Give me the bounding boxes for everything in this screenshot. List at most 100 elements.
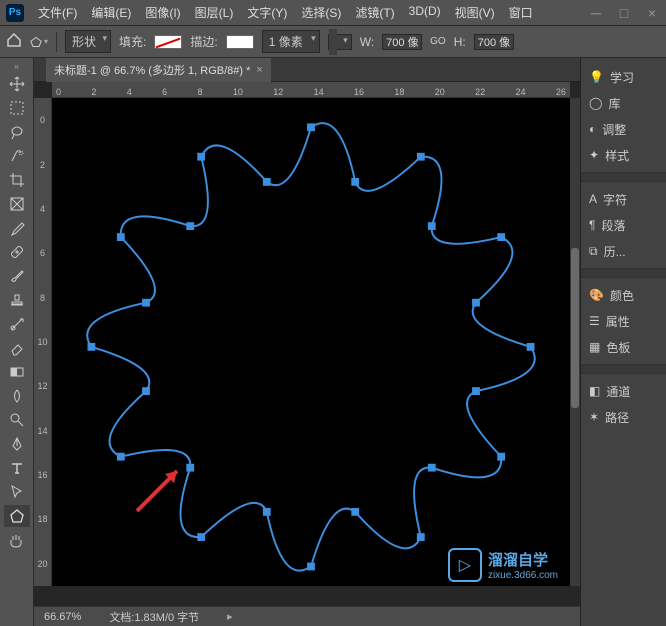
- ruler-tick: 4: [127, 87, 132, 97]
- panel-label: 样式: [605, 147, 629, 164]
- status-flyout-icon[interactable]: ▸: [227, 610, 233, 623]
- menu-file[interactable]: 文件(F): [32, 1, 83, 24]
- menu-layer[interactable]: 图层(L): [189, 1, 240, 24]
- sliders-icon: ☰: [589, 314, 600, 328]
- path-select-tool[interactable]: [4, 481, 30, 503]
- menu-image[interactable]: 图像(I): [139, 1, 186, 24]
- tool-mode-dropdown[interactable]: 形状: [65, 30, 111, 53]
- dodge-tool[interactable]: [4, 409, 30, 431]
- shape-tool[interactable]: [4, 505, 30, 527]
- menu-filter[interactable]: 滤镜(T): [349, 1, 400, 24]
- ruler-tick: 0: [56, 87, 61, 97]
- fill-swatch[interactable]: [154, 35, 182, 49]
- history-brush-tool[interactable]: [4, 313, 30, 335]
- panel-paragraph[interactable]: ¶ 段落: [581, 212, 666, 238]
- stamp-tool[interactable]: [4, 289, 30, 311]
- watermark-url: zixue.3d66.com: [488, 570, 558, 581]
- panel-learn[interactable]: 💡 学习: [581, 64, 666, 90]
- document-area: 未标题-1 @ 66.7% (多边形 1, RGB/8#) * × 0 2 4 …: [34, 58, 580, 626]
- zoom-level[interactable]: 66.67%: [44, 611, 81, 623]
- lasso-tool[interactable]: [4, 121, 30, 143]
- ruler-tick: 20: [37, 559, 47, 569]
- eraser-tool[interactable]: [4, 337, 30, 359]
- panel-adjustments[interactable]: ◐ 调整: [581, 116, 666, 142]
- panel-history[interactable]: ⧉ 历...: [581, 238, 666, 264]
- pen-tool[interactable]: [4, 433, 30, 455]
- menu-select[interactable]: 选择(S): [295, 1, 347, 24]
- frame-tool[interactable]: [4, 193, 30, 215]
- panel-label: 库: [608, 95, 620, 112]
- ruler-horizontal[interactable]: 0 2 4 6 8 10 12 14 16 18 20 22 24 26: [52, 82, 570, 98]
- doc-info[interactable]: 文档:1.83M/0 字节: [109, 609, 199, 625]
- panel-label: 路径: [605, 409, 629, 426]
- width-input[interactable]: [382, 34, 422, 50]
- gradient-tool[interactable]: [4, 361, 30, 383]
- stroke-width-input[interactable]: 1 像素: [262, 30, 320, 53]
- panel-properties[interactable]: ☰ 属性: [581, 308, 666, 334]
- menu-view[interactable]: 视图(V): [449, 1, 501, 24]
- palette-icon: 🎨: [589, 288, 604, 302]
- quick-select-tool[interactable]: [4, 145, 30, 167]
- panel-color[interactable]: 🎨 颜色: [581, 282, 666, 308]
- menu-type[interactable]: 文字(Y): [241, 1, 293, 24]
- ruler-tick: 18: [37, 514, 47, 524]
- panel-character[interactable]: A 字符: [581, 186, 666, 212]
- hand-tool[interactable]: [4, 529, 30, 551]
- menu-3d[interactable]: 3D(D): [403, 1, 447, 24]
- home-icon[interactable]: [6, 33, 22, 50]
- eyedropper-tool[interactable]: [4, 217, 30, 239]
- fill-label: 填充:: [119, 33, 146, 50]
- ruler-tick: 12: [37, 381, 47, 391]
- panel-channels[interactable]: ◧ 通道: [581, 378, 666, 404]
- document-tabs: 未标题-1 @ 66.7% (多边形 1, RGB/8#) * ×: [34, 58, 580, 82]
- crop-tool[interactable]: [4, 169, 30, 191]
- menu-bar: 文件(F) 编辑(E) 图像(I) 图层(L) 文字(Y) 选择(S) 滤镜(T…: [32, 1, 588, 24]
- panel-swatches[interactable]: ▦ 色板: [581, 334, 666, 360]
- brush-tool[interactable]: [4, 265, 30, 287]
- workspace: » 未标题-1 @ 66.7% (多边形 1, RGB/8#) * ×: [0, 58, 666, 626]
- swatches-icon: ▦: [589, 340, 600, 354]
- panel-label: 历...: [604, 243, 626, 260]
- status-bar: 66.67% 文档:1.83M/0 字节 ▸: [34, 606, 580, 626]
- polygon-shape-path[interactable]: [52, 98, 570, 586]
- canvas[interactable]: [52, 98, 570, 586]
- maximize-button[interactable]: □: [616, 5, 632, 21]
- link-wh-icon[interactable]: GO: [430, 36, 446, 47]
- panel-label: 调整: [602, 121, 626, 138]
- options-bar: ▾ 形状 填充: 描边: 1 像素 W: GO H:: [0, 26, 666, 58]
- stroke-style-dropdown[interactable]: [328, 34, 352, 50]
- ruler-tick: 26: [556, 87, 566, 97]
- watermark-play-icon: ▷: [448, 548, 482, 582]
- minimize-button[interactable]: ─: [588, 5, 604, 21]
- move-tool[interactable]: [4, 73, 30, 95]
- heal-tool[interactable]: [4, 241, 30, 263]
- scrollbar-vertical[interactable]: [570, 98, 580, 586]
- blur-tool[interactable]: [4, 385, 30, 407]
- watermark-title: 溜溜自学: [488, 549, 558, 570]
- scrollbar-thumb[interactable]: [571, 248, 579, 408]
- toolbar-collapse-icon[interactable]: »: [14, 62, 18, 72]
- tab-close-icon[interactable]: ×: [256, 64, 262, 76]
- marquee-tool[interactable]: [4, 97, 30, 119]
- menu-window[interactable]: 窗口: [503, 1, 539, 24]
- shape-tool-preset[interactable]: ▾: [30, 35, 48, 49]
- adjust-icon: ◐: [589, 122, 596, 136]
- stroke-swatch[interactable]: [226, 35, 254, 49]
- panel-label: 学习: [610, 69, 634, 86]
- height-input[interactable]: [474, 34, 514, 50]
- panel-styles[interactable]: ✦ 样式: [581, 142, 666, 168]
- ruler-tick: 8: [198, 87, 203, 97]
- menu-edit[interactable]: 编辑(E): [85, 1, 137, 24]
- cc-icon: ◯: [589, 96, 602, 110]
- panel-paths[interactable]: ✶ 路径: [581, 404, 666, 430]
- type-tool[interactable]: [4, 457, 30, 479]
- ruler-vertical[interactable]: 0 2 4 6 8 10 12 14 16 18 20: [34, 98, 52, 586]
- canvas-area: 0 2 4 6 8 10 12 14 16 18 20 22 24 26 0 2…: [34, 82, 580, 606]
- ruler-tick: 18: [394, 87, 404, 97]
- close-button[interactable]: ×: [644, 5, 660, 21]
- panel-libraries[interactable]: ◯ 库: [581, 90, 666, 116]
- character-icon: A: [589, 192, 597, 206]
- document-tab[interactable]: 未标题-1 @ 66.7% (多边形 1, RGB/8#) * ×: [46, 58, 271, 82]
- panel-label: 通道: [606, 383, 630, 400]
- panel-label: 颜色: [610, 287, 634, 304]
